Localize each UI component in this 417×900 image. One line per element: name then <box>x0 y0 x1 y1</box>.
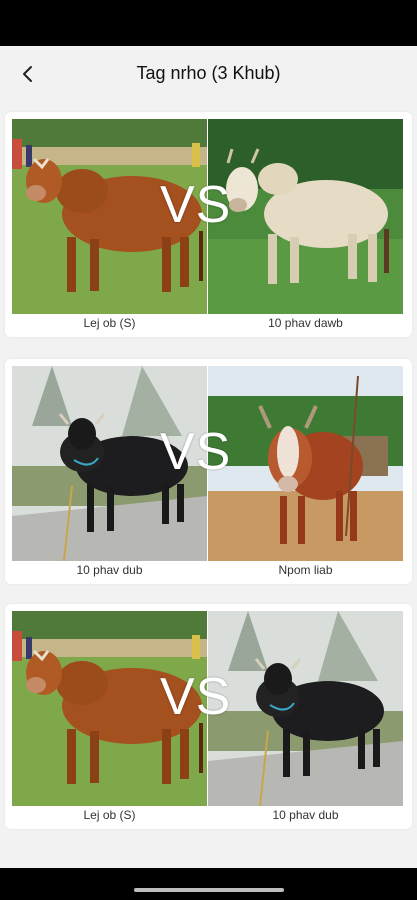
home-gesture-pill[interactable] <box>134 888 284 892</box>
bull-name-right: 10 phav dub <box>272 808 339 822</box>
bull-name-right: Npom liab <box>278 563 333 577</box>
match-card[interactable]: VS Lej ob (S) 10 phav dawb <box>5 112 412 337</box>
bull-photo-right[interactable] <box>208 611 403 806</box>
vs-label: VS <box>160 176 232 234</box>
vs-label: VS <box>160 423 232 481</box>
bull-name-left: Lej ob (S) <box>83 316 136 330</box>
app-screen: Tag nrho (3 Khub) VS Lej ob (S) 10 phav … <box>0 46 417 868</box>
match-card[interactable]: VS 10 phav dub Npom liab <box>5 359 412 584</box>
bull-name-left: 10 phav dub <box>76 563 143 577</box>
bull-photo-right[interactable] <box>208 119 403 314</box>
vs-label: VS <box>160 668 232 726</box>
match-card[interactable]: VS Lej ob (S) 10 phav dub <box>5 604 412 829</box>
system-navigation-bar <box>0 868 417 900</box>
bull-name-right: 10 phav dawb <box>268 316 343 330</box>
page-title: Tag nrho (3 Khub) <box>136 63 281 83</box>
bull-photo-right[interactable] <box>208 366 403 561</box>
app-header: Tag nrho (3 Khub) <box>0 46 417 104</box>
bull-name-left: Lej ob (S) <box>83 808 136 822</box>
status-bar <box>0 0 417 46</box>
